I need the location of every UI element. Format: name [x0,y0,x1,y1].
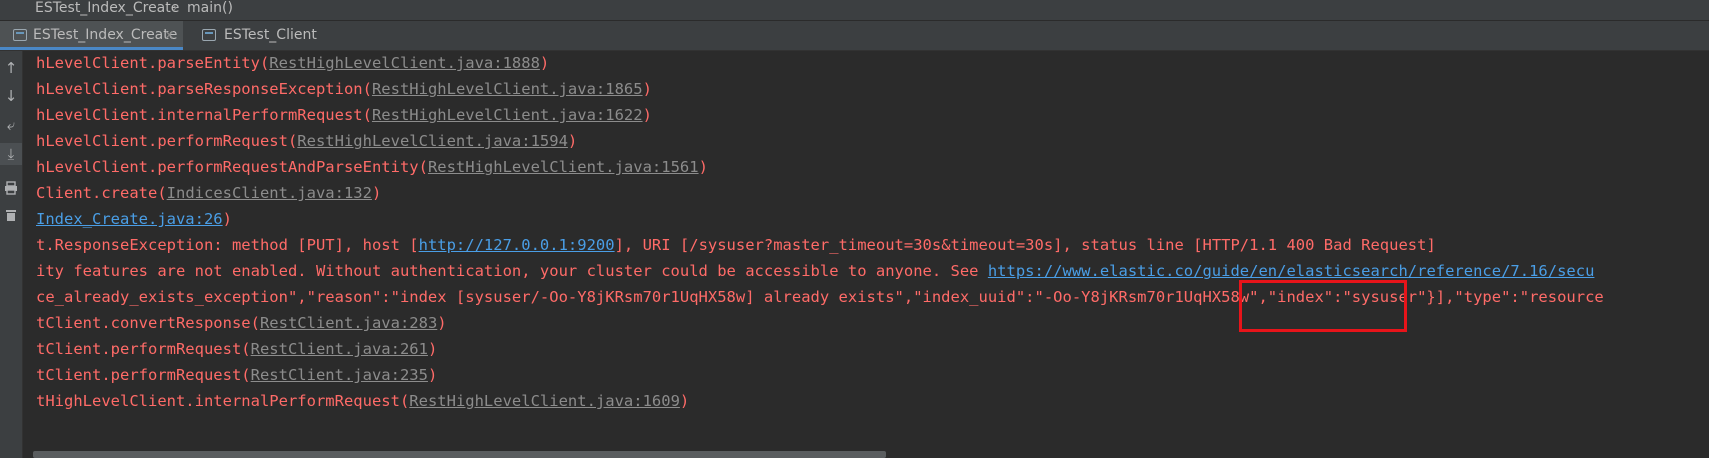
source-link[interactable]: RestHighLevelClient.java:1865 [372,80,643,98]
console-line: hLevelClient.parseEntity(RestHighLevelCl… [36,51,549,75]
line-text: ce_already_exists_exception","reason":"i… [36,288,1604,306]
url-link[interactable]: http://127.0.0.1:9200 [419,236,615,254]
down-arrow-icon[interactable]: ↓ [0,85,22,107]
console-output[interactable]: hLevelClient.parseEntity(RestHighLevelCl… [23,51,1709,450]
tab-estest-index-create[interactable]: ESTest_Index_Create × [0,21,183,50]
console-line: tClient.performRequest(RestClient.java:2… [36,337,437,361]
run-config-icon [202,29,216,41]
console-line: Index_Create.java:26) [36,207,232,231]
run-tab-bar: ESTest_Index_Create × ESTest_Client [0,21,1709,51]
line-text: tHighLevelClient.internalPerformRequest( [36,392,410,410]
line-text: ) [567,132,578,150]
source-link[interactable]: RestClient.java:261 [251,340,428,358]
line-text: tClient.performRequest( [36,340,251,358]
source-link[interactable]: RestHighLevelClient.java:1594 [297,132,568,150]
trash-icon[interactable] [0,204,22,226]
line-text: tClient.convertResponse( [36,314,260,332]
console-line: hLevelClient.parseResponseException(Rest… [36,77,652,101]
line-text: ) [642,106,652,124]
breadcrumb-separator: › [172,0,178,16]
tab-estest-client[interactable]: ESTest_Client [184,21,334,50]
tab-label: ESTest_Client [224,27,317,43]
source-link[interactable]: IndicesClient.java:132 [167,184,372,202]
source-link[interactable]: RestClient.java:235 [251,366,428,384]
line-text: hLevelClient.parseResponseException( [36,80,372,98]
close-icon[interactable]: × [164,21,175,50]
line-text: ) [679,392,690,410]
source-link[interactable]: RestHighLevelClient.java:1609 [409,392,680,410]
console-line: hLevelClient.performRequest(RestHighLeve… [36,129,577,153]
line-text: ) [642,80,652,98]
source-link[interactable]: Index_Create.java:26 [36,210,223,228]
line-text: ity features are not enabled. Without au… [36,262,988,280]
breadcrumb-class[interactable]: ESTest_Index_Create [35,0,179,16]
console-line: ce_already_exists_exception","reason":"i… [36,285,1604,309]
source-link[interactable]: RestHighLevelClient.java:1888 [269,54,540,72]
print-icon[interactable] [0,177,22,199]
line-text: ) [539,54,550,72]
line-text: hLevelClient.performRequestAndParseEntit… [36,158,428,176]
breadcrumb: ESTest_Index_Create › main() [0,0,1709,21]
line-text: ], URI [/sysuser?master_timeout=30s&time… [614,236,1436,254]
line-text: hLevelClient.performRequest( [36,132,298,150]
run-config-icon [13,29,27,41]
console-line: t.ResponseException: method [PUT], host … [36,233,1436,257]
breadcrumb-method[interactable]: main() [187,0,233,16]
source-link[interactable]: RestHighLevelClient.java:1622 [372,106,643,124]
console-line: Client.create(IndicesClient.java:132) [36,181,381,205]
line-text: ) [427,340,438,358]
scrollbar-thumb[interactable] [33,451,886,458]
source-link[interactable]: RestHighLevelClient.java:1561 [428,158,699,176]
line-text: hLevelClient.parseEntity( [36,54,270,72]
console-line: tClient.convertResponse(RestClient.java:… [36,311,447,335]
source-link[interactable]: RestClient.java:283 [260,314,437,332]
tab-label: ESTest_Index_Create [33,27,178,43]
line-text: ) [222,210,232,228]
line-text: tClient.performRequest( [36,366,251,384]
console-line: hLevelClient.performRequestAndParseEntit… [36,155,708,179]
line-text: ) [698,158,708,176]
scroll-to-end-icon[interactable]: ⤓ [0,143,22,165]
line-text: hLevelClient.internalPerformRequest( [36,106,372,124]
console-line: tClient.performRequest(RestClient.java:2… [36,363,437,387]
up-arrow-icon[interactable]: ↑ [0,57,22,79]
line-text: ) [371,184,382,202]
console-line: ity features are not enabled. Without au… [36,259,1594,283]
line-text: ) [427,366,438,384]
console-line: hLevelClient.internalPerformRequest(Rest… [36,103,652,127]
console-line: tHighLevelClient.internalPerformRequest(… [36,389,689,413]
horizontal-scrollbar[interactable] [23,450,1709,458]
line-text: ) [437,314,447,332]
line-text: Client.create( [36,184,167,202]
line-text: t.ResponseException: method [PUT], host … [36,236,419,254]
url-link[interactable]: https://www.elastic.co/guide/en/elastics… [988,262,1595,280]
console-toolbar: ↑ ↓ ⤶ ⤓ [0,51,23,458]
soft-wrap-icon[interactable]: ⤶ [0,114,22,136]
